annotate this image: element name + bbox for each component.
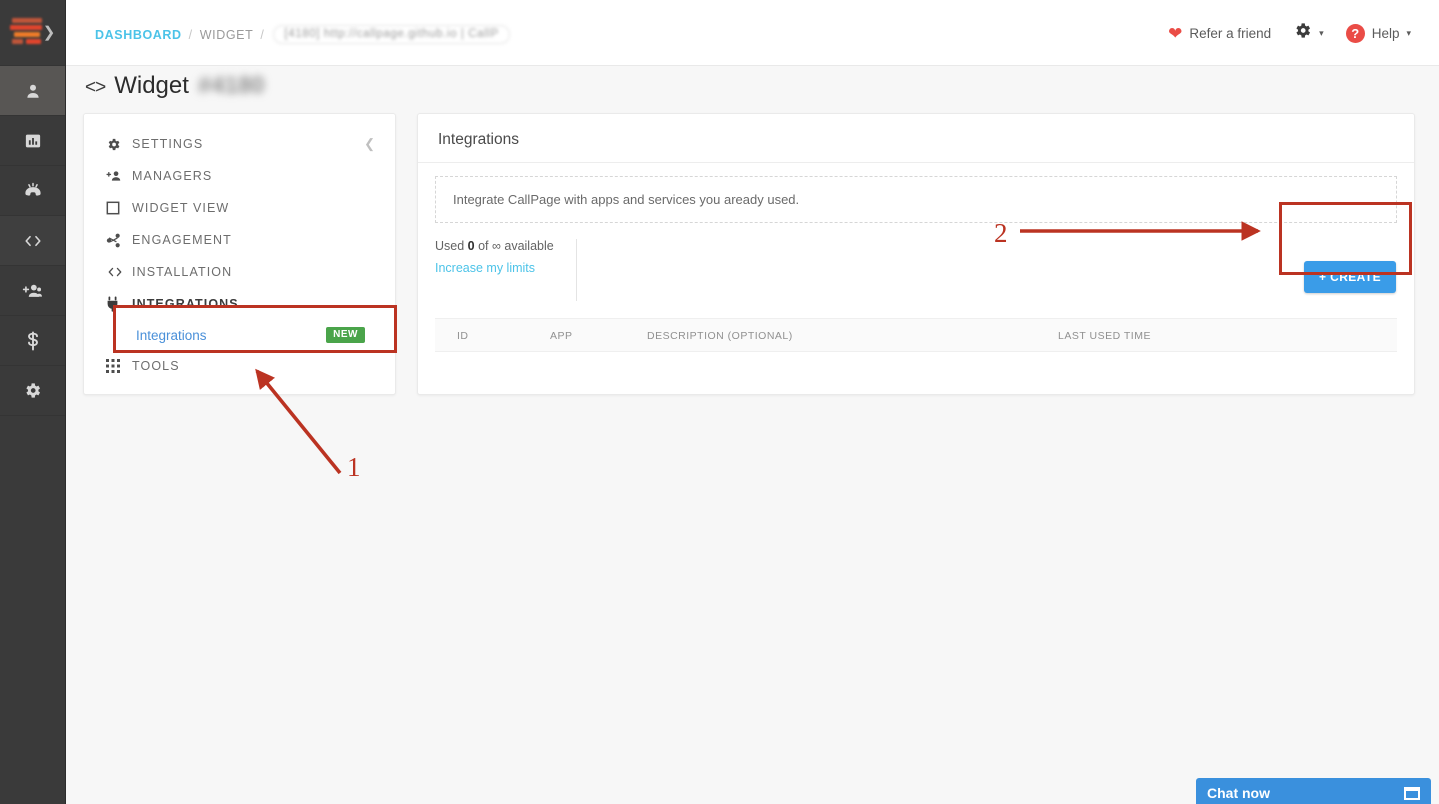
breadcrumb-separator-1: /: [188, 27, 193, 42]
menu-item-engagement[interactable]: ENGAGEMENT: [84, 224, 395, 256]
header-actions: ❤ Refer a friend ▾ ? Help ▾: [1168, 0, 1411, 66]
settings-menu-button[interactable]: ▾: [1293, 21, 1324, 45]
rail-logo-row: ❯: [0, 0, 65, 66]
rail-item-managers[interactable]: [0, 266, 65, 316]
new-badge: NEW: [326, 327, 365, 343]
integrations-table-header: ID APP DESCRIPTION (OPTIONAL) LAST USED …: [435, 318, 1397, 352]
left-rail: ❯: [0, 0, 66, 804]
annotation-number-2: 2: [994, 218, 1008, 248]
refer-a-friend-label: Refer a friend: [1189, 25, 1272, 41]
limits-prefix: Used: [435, 239, 468, 253]
create-integration-button[interactable]: + CREATE: [1304, 261, 1396, 293]
submenu-item-integrations[interactable]: Integrations NEW: [84, 320, 395, 350]
rail-item-leads[interactable]: [0, 66, 65, 116]
menu-item-label: TOOLS: [132, 359, 180, 373]
menu-item-settings[interactable]: SETTINGS ❮: [84, 128, 395, 160]
rail-item-settings[interactable]: [0, 366, 65, 416]
table-column-app: APP: [550, 330, 573, 342]
add-people-icon: [22, 282, 44, 300]
heart-icon: ❤: [1168, 23, 1183, 43]
code-icon: [106, 266, 132, 278]
menu-item-widget-view[interactable]: WIDGET VIEW: [84, 192, 395, 224]
top-header: DASHBOARD / WIDGET / [4180] http://callp…: [66, 0, 1439, 66]
gear-icon: [23, 381, 42, 400]
chat-now-label: Chat now: [1207, 785, 1270, 801]
table-column-id: ID: [457, 330, 469, 342]
bar-chart-icon: [24, 132, 42, 150]
increase-my-limits-link[interactable]: Increase my limits: [435, 261, 554, 275]
menu-item-integrations[interactable]: INTEGRATIONS: [84, 288, 395, 320]
breadcrumb-widget-selector[interactable]: [4180] http://callpage.github.io | CallP: [273, 25, 510, 44]
question-mark-icon: ?: [1345, 23, 1365, 43]
share-icon: [106, 233, 132, 248]
add-person-icon: [106, 169, 132, 183]
limits-middle: of ∞ available: [474, 239, 554, 253]
square-icon: [106, 201, 132, 215]
code-brackets-icon: <>: [85, 77, 106, 98]
menu-item-label: INSTALLATION: [132, 265, 233, 279]
menu-item-label: WIDGET VIEW: [132, 201, 230, 215]
app-root: ❯ DASHBOARD / WIDGET / [4180] http://cal…: [0, 0, 1439, 804]
gear-icon: [1293, 21, 1312, 45]
annotation-number-1: 1: [347, 452, 361, 482]
integrations-panel: Integrations Integrate CallPage with app…: [417, 113, 1415, 395]
chevron-left-icon[interactable]: ❮: [364, 136, 375, 152]
chevron-down-icon: ▾: [1319, 27, 1324, 38]
submenu-item-label: Integrations: [136, 327, 207, 343]
plug-icon: [106, 296, 132, 312]
menu-item-label: ENGAGEMENT: [132, 233, 232, 247]
grid-dots-icon: [106, 359, 132, 373]
help-label: Help: [1371, 25, 1400, 41]
page-title: <> Widget #4180: [85, 72, 265, 100]
limits-box: Used 0 of ∞ available Increase my limits: [435, 239, 577, 301]
table-column-last-used: LAST USED TIME: [1058, 330, 1151, 342]
breadcrumb: DASHBOARD / WIDGET / [4180] http://callp…: [95, 25, 510, 44]
page-title-widget-id: #4180: [197, 72, 265, 99]
menu-item-managers[interactable]: MANAGERS: [84, 160, 395, 192]
breadcrumb-dashboard[interactable]: DASHBOARD: [95, 28, 182, 42]
code-brackets-icon: [22, 233, 44, 249]
dollar-icon: [26, 331, 40, 351]
help-menu-button[interactable]: ? Help ▾: [1345, 23, 1411, 43]
person-icon: [24, 82, 42, 100]
rail-item-widget[interactable]: [0, 216, 65, 266]
refer-a-friend-button[interactable]: ❤ Refer a friend: [1168, 25, 1271, 42]
chat-widget-launcher[interactable]: Chat now: [1196, 778, 1431, 804]
menu-item-tools[interactable]: TOOLS: [84, 350, 395, 382]
table-column-description: DESCRIPTION (OPTIONAL): [647, 330, 793, 342]
menu-item-label: INTEGRATIONS: [132, 297, 239, 311]
gear-icon: [106, 137, 132, 152]
menu-item-installation[interactable]: INSTALLATION: [84, 256, 395, 288]
rail-item-billing[interactable]: [0, 316, 65, 366]
limits-used-count: 0: [467, 239, 475, 253]
breadcrumb-widget[interactable]: WIDGET: [200, 28, 254, 42]
limits-usage-text: Used 0 of ∞ available: [435, 239, 554, 253]
widget-settings-menu: SETTINGS ❮ MANAGERS WIDGET VIEW ENGAGEME…: [83, 113, 396, 395]
integrations-info-banner: Integrate CallPage with apps and service…: [435, 176, 1397, 223]
chevron-down-icon: ▾: [1406, 27, 1411, 38]
window-icon[interactable]: [1404, 786, 1420, 800]
phone-ringing-icon: [22, 181, 44, 201]
menu-item-label: MANAGERS: [132, 169, 213, 183]
rail-item-calls[interactable]: [0, 166, 65, 216]
page-title-text: Widget: [114, 72, 189, 99]
breadcrumb-separator-2: /: [260, 27, 265, 42]
limits-row: Used 0 of ∞ available Increase my limits…: [435, 239, 1397, 301]
rail-item-analytics[interactable]: [0, 116, 65, 166]
chevron-right-icon[interactable]: ❯: [39, 22, 59, 42]
panel-title: Integrations: [418, 114, 1414, 163]
menu-item-label: SETTINGS: [132, 137, 204, 151]
